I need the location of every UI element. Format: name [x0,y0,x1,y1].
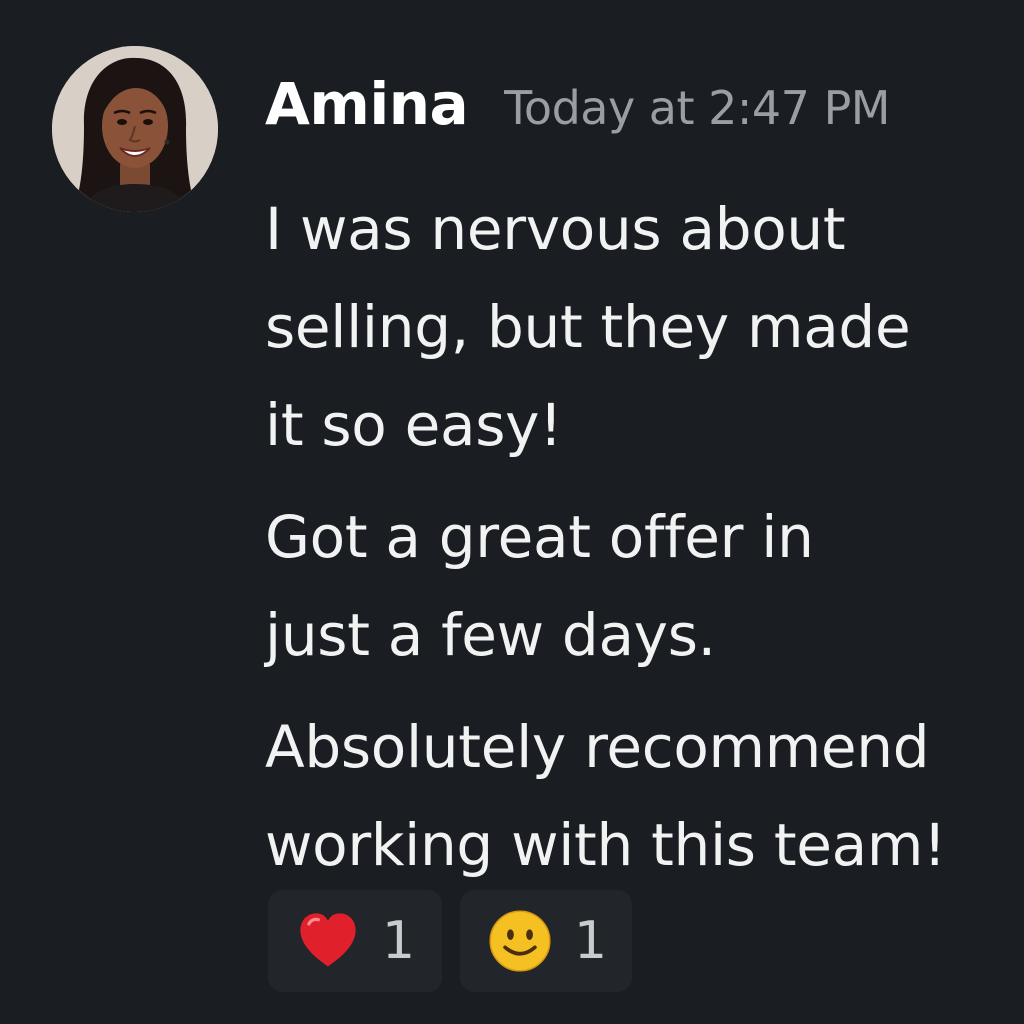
message-paragraph: Got a great offer in just a few days. [265,488,1005,684]
message-timestamp[interactable]: Today at 2:47 PM [504,81,890,135]
message-line: Got a great offer in [265,503,814,571]
message-paragraph: Absolutely recommend working with this t… [265,698,1005,894]
message-header: Amina Today at 2:47 PM [265,70,890,150]
user-photo-icon [52,46,218,212]
message-line: it so easy! [265,391,563,459]
message-body: I was nervous about selling, but they ma… [265,180,1005,908]
message-paragraph: I was nervous about selling, but they ma… [265,180,1005,474]
smiling-face-icon [489,910,551,972]
message-line: working with this team! [265,811,947,879]
reaction-smile-button[interactable]: 1 [460,890,632,992]
author-name[interactable]: Amina [265,70,469,138]
reaction-count: 1 [574,911,608,971]
message-line: Absolutely recommend [265,713,930,781]
red-heart-icon [300,913,356,967]
reaction-heart-button[interactable]: 1 [268,890,442,992]
reaction-count: 1 [382,911,416,971]
message-line: I was nervous about [265,195,846,263]
chat-message: Amina Today at 2:47 PM I was nervous abo… [0,0,1024,1024]
reactions-bar: 1 1 [268,890,632,992]
message-line: just a few days. [265,601,716,669]
message-line: selling, but they made [265,293,911,361]
avatar[interactable] [52,46,218,212]
